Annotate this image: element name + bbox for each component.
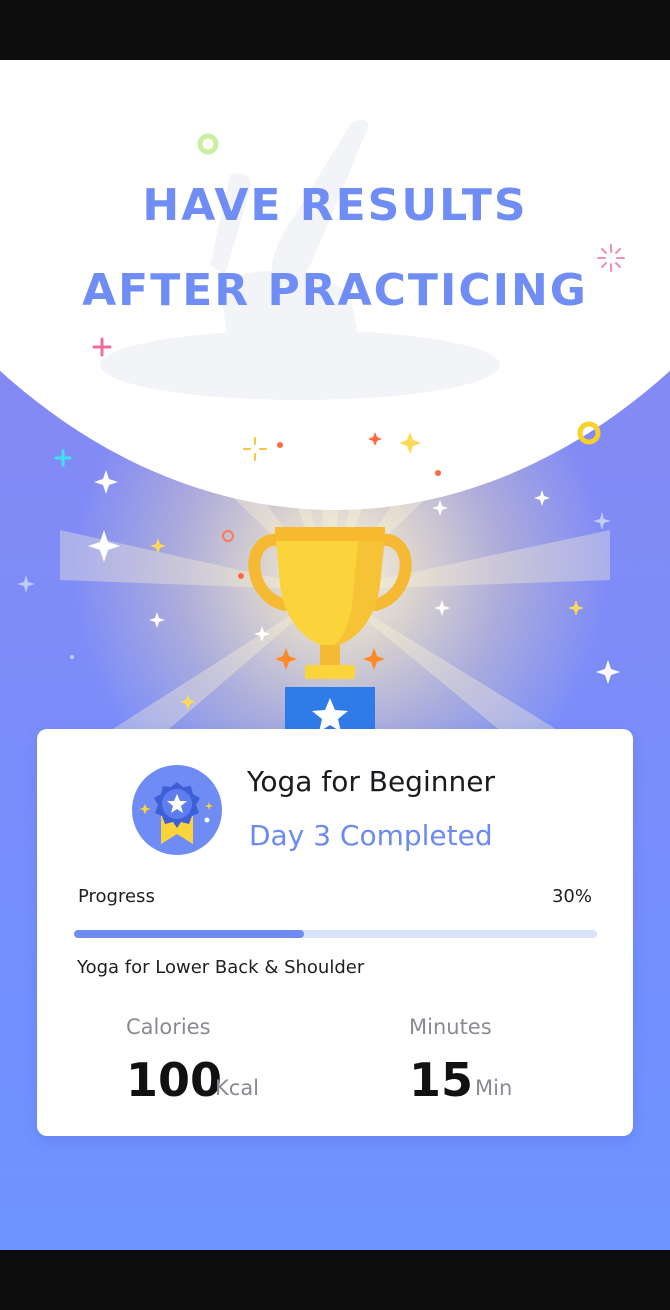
calories-unit: Kcal (215, 1076, 260, 1100)
navigation-bar (0, 1250, 670, 1310)
calories-label: Calories (126, 1015, 211, 1039)
minutes-value: 15 (409, 1053, 474, 1107)
calories-value: 100 (126, 1053, 223, 1107)
progress-bar (74, 930, 597, 938)
minutes-label: Minutes (409, 1015, 492, 1039)
minutes-unit: Min (475, 1076, 513, 1100)
progress-percent: 30% (551, 886, 592, 907)
workout-name: Yoga for Lower Back & Shoulder (77, 957, 365, 978)
progress-label: Progress (78, 886, 155, 907)
course-title: Yoga for Beginner (247, 765, 495, 798)
medal-badge-icon (132, 765, 222, 855)
trophy-icon (248, 527, 412, 745)
progress-card: Yoga for Beginner Day 3 Completed Progre… (37, 729, 633, 1136)
results-screen: HAVE RESULTS AFTER PRACTICING Yoga for B… (0, 60, 670, 1250)
status-bar (0, 0, 670, 60)
day-completed-status: Day 3 Completed (249, 819, 493, 852)
progress-bar-fill (74, 930, 305, 938)
